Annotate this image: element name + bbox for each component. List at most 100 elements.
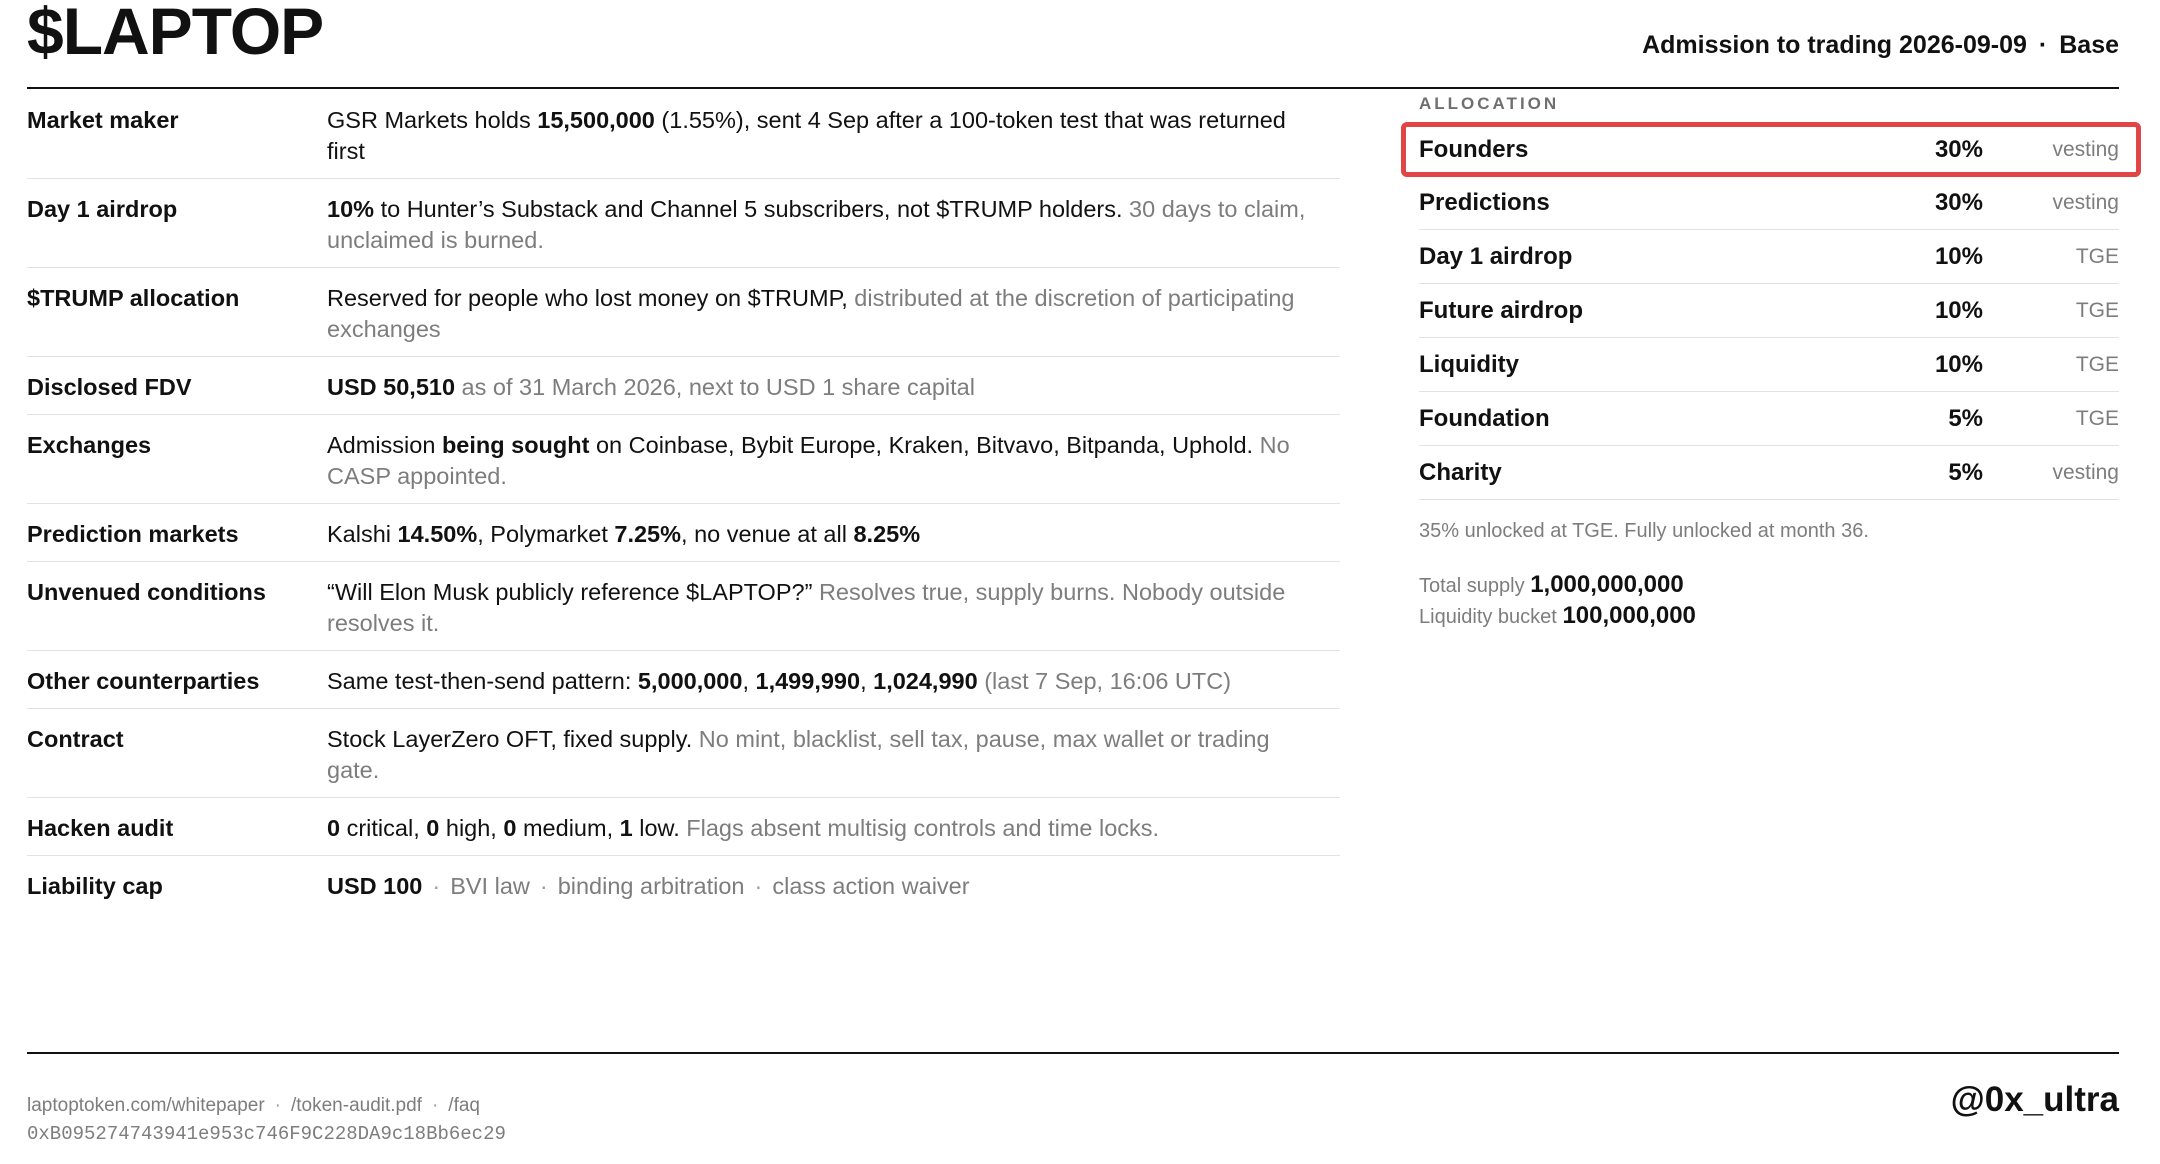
allocation-row-charity: Charity 5% vesting	[1419, 446, 2119, 500]
footer-links: laptoptoken.com/whitepaper · /token-audit.…	[27, 1092, 506, 1148]
fact-separator: ·	[432, 873, 441, 899]
fact-emphasis: 15,500,000	[537, 107, 655, 133]
allocation-row-future-airdrop: Future airdrop 10% TGE	[1419, 284, 2119, 338]
allocation-tag: TGE	[2075, 406, 2119, 430]
fact-text: critical,	[340, 815, 427, 841]
bottom-divider	[27, 1052, 2119, 1054]
fact-note: class action waiver	[772, 873, 970, 899]
fact-emphasis: 1	[619, 815, 633, 841]
footer-separator: ·	[431, 1095, 439, 1116]
fact-note: binding arbitration	[557, 873, 745, 899]
fact-separator: ·	[754, 873, 763, 899]
fact-emphasis: 0	[503, 815, 517, 841]
allocation-name: Future airdrop	[1419, 296, 1584, 324]
allocation-name: Predictions	[1419, 188, 1550, 216]
fact-text: medium,	[516, 815, 620, 841]
supply-summary: Total supply 1,000,000,000 Liquidity buc…	[1419, 570, 2119, 632]
fact-text: Stock LayerZero OFT, fixed supply.	[327, 726, 699, 752]
liquidity-bucket-label: Liquidity bucket	[1419, 606, 1557, 628]
fact-value: Reserved for people who lost money on $T…	[327, 283, 1340, 345]
fact-label: Disclosed FDV	[27, 374, 192, 400]
author-handle: @0x_ultra	[1950, 1080, 2119, 1119]
fact-label: Hacken audit	[27, 815, 174, 841]
fact-text: Same test-then-send pattern:	[327, 668, 638, 694]
allocation-percent: 5%	[1948, 458, 1983, 486]
fact-emphasis: being sought	[441, 432, 590, 458]
fact-text: ,	[742, 668, 756, 694]
fact-emphasis: 1,024,990	[873, 668, 978, 694]
fact-label: Exchanges	[27, 432, 152, 458]
faq-link[interactable]: /faq	[448, 1095, 480, 1116]
fact-row-day1-airdrop: Day 1 airdrop 10% to Hunter’s Substack a…	[27, 179, 1340, 268]
fact-value: Kalshi 14.50%, Polymarket 7.25%, no venu…	[327, 519, 1340, 550]
allocation-percent: 30%	[1934, 188, 1983, 216]
allocation-name: Founders	[1419, 135, 1529, 163]
allocation-tag: vesting	[2052, 460, 2119, 484]
allocation-row-day1-airdrop: Day 1 airdrop 10% TGE	[1419, 230, 2119, 284]
fact-label: Contract	[27, 726, 124, 752]
fact-note: (last 7 Sep, 16:06 UTC)	[977, 668, 1232, 694]
liquidity-bucket-value: 100,000,000	[1562, 602, 1696, 629]
fact-note: Flags absent multisig controls and time …	[686, 815, 1160, 841]
whitepaper-link[interactable]: laptoptoken.com/whitepaper	[27, 1095, 265, 1116]
allocation-row-founders: Founders 30% vesting	[1401, 122, 2141, 177]
contract-address: 0xB095274743941e953c746F9C228DA9c18Bb6ec…	[27, 1123, 506, 1145]
fact-value: Admission being sought on Coinbase, Bybi…	[327, 430, 1340, 492]
fact-row-trump-allocation: $TRUMP allocation Reserved for people wh…	[27, 268, 1340, 357]
fact-value: USD 50,510 as of 31 March 2026, next to …	[327, 372, 1340, 403]
admission-date: Admission to trading 2026-09-09	[1642, 31, 2027, 59]
fact-emphasis: 1,499,990	[755, 668, 861, 694]
allocation-row-liquidity: Liquidity 10% TGE	[1419, 338, 2119, 392]
fact-row-unvenued-conditions: Unvenued conditions “Will Elon Musk publ…	[27, 562, 1340, 651]
fact-text: high,	[439, 815, 504, 841]
fact-value: USD 100 · BVI law · binding arbitration · clas…	[327, 871, 1340, 902]
allocation-name: Day 1 airdrop	[1419, 242, 1573, 270]
fact-text: low.	[632, 815, 687, 841]
liquidity-bucket: Liquidity bucket 100,000,000	[1419, 601, 2119, 632]
fact-text: “Will Elon Musk publicly reference $LAPT…	[327, 579, 819, 605]
fact-label: Market maker	[27, 107, 179, 133]
fact-label: Other counterparties	[27, 668, 260, 694]
facts-table: Market maker GSR Markets holds 15,500,00…	[27, 90, 1340, 913]
allocation-percent: 5%	[1948, 404, 1983, 432]
allocation-name: Liquidity	[1419, 350, 1519, 378]
fact-text: Kalshi	[327, 521, 398, 547]
fact-emphasis: 14.50%	[397, 521, 478, 547]
fact-value: 0 critical, 0 high, 0 medium, 1 low. Fla…	[327, 813, 1340, 844]
fact-row-prediction-markets: Prediction markets Kalshi 14.50%, Polyma…	[27, 504, 1340, 562]
fact-text: Reserved for people who lost money on $T…	[327, 285, 855, 311]
fact-emphasis: 8.25%	[853, 521, 921, 547]
fact-label: Unvenued conditions	[27, 579, 266, 605]
fact-note: BVI law	[450, 873, 530, 899]
allocation-percent: 30%	[1934, 135, 1983, 163]
allocation-percent: 10%	[1934, 296, 1983, 324]
fact-emphasis: 0	[327, 815, 341, 841]
fact-label: Prediction markets	[27, 521, 239, 547]
total-supply-label: Total supply	[1419, 575, 1525, 597]
fact-text: Admission	[327, 432, 442, 458]
fact-label: Liability cap	[27, 873, 163, 899]
fact-emphasis: USD 50,510	[327, 374, 456, 400]
fact-row-contract: Contract Stock LayerZero OFT, fixed supp…	[27, 709, 1340, 798]
fact-emphasis: 7.25%	[614, 521, 682, 547]
fact-label: $TRUMP allocation	[27, 285, 240, 311]
fact-emphasis: 0	[426, 815, 440, 841]
admission-info: Admission to trading 2026-09-09 · Base	[1642, 30, 2119, 60]
total-supply-value: 1,000,000,000	[1530, 571, 1684, 598]
allocation-name: Foundation	[1419, 404, 1550, 432]
unlock-note: 35% unlocked at TGE. Fully unlocked at m…	[1419, 520, 1869, 542]
allocation-percent: 10%	[1934, 242, 1983, 270]
fact-row-exchanges: Exchanges Admission being sought on Coin…	[27, 415, 1340, 504]
fact-value: Same test-then-send pattern: 5,000,000, …	[327, 666, 1340, 697]
allocation-tag: TGE	[2075, 244, 2119, 268]
fact-value: “Will Elon Musk publicly reference $LAPT…	[327, 577, 1340, 639]
allocation-row-predictions: Predictions 30% vesting	[1419, 176, 2119, 230]
fact-text: GSR Markets holds	[327, 107, 538, 133]
fact-value: GSR Markets holds 15,500,000 (1.55%), se…	[327, 105, 1340, 167]
audit-link[interactable]: /token-audit.pdf	[291, 1095, 422, 1116]
fact-label: Day 1 airdrop	[27, 196, 178, 222]
fact-row-liability-cap: Liability cap USD 100 · BVI law · binding ar…	[27, 856, 1340, 913]
fact-value: 10% to Hunter’s Substack and Channel 5 s…	[327, 194, 1340, 256]
allocation-tag: vesting	[2052, 137, 2119, 161]
fact-emphasis: USD 100	[327, 873, 423, 899]
